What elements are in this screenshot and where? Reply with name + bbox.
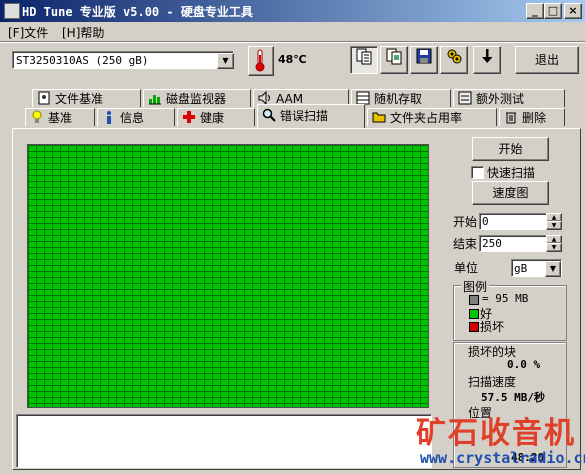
save-icon[interactable] bbox=[410, 46, 438, 74]
tab-file-benchmark[interactable]: 文件基准 bbox=[32, 89, 141, 107]
tab-label: 信息 bbox=[120, 111, 145, 125]
legend-bad-label: 损坏 bbox=[480, 320, 505, 334]
scan-speed-value: 57.5 MB/秒 bbox=[481, 391, 545, 404]
copy-info-icon[interactable] bbox=[350, 46, 378, 74]
window-title: HD Tune 专业版 v5.00 - 硬盘专业工具 bbox=[22, 5, 253, 19]
tab-error-scan[interactable]: 错误扫描 bbox=[257, 104, 365, 128]
trash-icon bbox=[504, 110, 518, 124]
start-label: 开始 bbox=[453, 215, 478, 229]
speed-map-button[interactable]: 速度图 bbox=[472, 181, 549, 205]
start-spin-down[interactable]: ▼ bbox=[546, 221, 562, 230]
health-icon bbox=[182, 110, 196, 124]
watermark-logo: 矿石收音机 bbox=[416, 416, 576, 451]
scan-speed-label: 扫描速度 bbox=[468, 375, 517, 389]
end-spin-down[interactable]: ▼ bbox=[546, 243, 562, 252]
quick-scan-checkbox[interactable] bbox=[471, 166, 484, 179]
tab-disk-monitor[interactable]: 磁盘监视器 bbox=[143, 89, 251, 107]
minimize-button[interactable]: _ bbox=[526, 3, 544, 19]
tab-label: 文件基准 bbox=[55, 92, 104, 106]
tab-label: 错误扫描 bbox=[280, 109, 329, 123]
unit-label: 单位 bbox=[454, 261, 479, 275]
legend-block-swatch bbox=[469, 295, 479, 305]
tab-label: 磁盘监视器 bbox=[166, 92, 227, 106]
tab-extra-tests[interactable]: 额外测试 bbox=[453, 89, 565, 107]
extra-tests-icon bbox=[458, 91, 472, 105]
tab-erase[interactable]: 删除 bbox=[499, 108, 565, 126]
scan-block-grid bbox=[27, 144, 429, 408]
search-icon bbox=[262, 107, 276, 122]
start-button[interactable]: 开始 bbox=[472, 137, 549, 161]
start-input[interactable]: 0 bbox=[479, 213, 547, 230]
tab-label: 删除 bbox=[522, 111, 547, 125]
tab-label: 文件夹占用率 bbox=[390, 111, 463, 125]
tab-folder-usage[interactable]: 文件夹占用率 bbox=[367, 108, 497, 126]
folder-icon bbox=[372, 110, 386, 124]
tab-label: 额外测试 bbox=[476, 92, 525, 106]
disk-monitor-icon bbox=[148, 91, 162, 105]
tab-benchmark[interactable]: 基准 bbox=[25, 108, 95, 126]
download-icon[interactable] bbox=[473, 46, 501, 74]
benchmark-icon bbox=[30, 110, 44, 124]
copy-screen-icon[interactable] bbox=[380, 46, 408, 74]
info-icon bbox=[102, 110, 116, 124]
chevron-down-icon[interactable]: ▼ bbox=[217, 53, 234, 69]
tab-label: 基准 bbox=[48, 111, 73, 125]
damaged-blocks-value: 0.0 % bbox=[507, 358, 541, 371]
app-icon bbox=[4, 3, 20, 19]
watermark-url: www.crystalradio.cn bbox=[420, 449, 585, 467]
end-input[interactable]: 250 bbox=[479, 235, 547, 252]
quick-scan-label: 快速扫描 bbox=[487, 166, 536, 180]
exit-button[interactable]: 退出 bbox=[515, 46, 579, 74]
tab-label: 随机存取 bbox=[374, 92, 423, 106]
options-icon[interactable] bbox=[440, 46, 468, 74]
maximize-button[interactable]: □ bbox=[544, 3, 562, 19]
menu-file[interactable]: [F]文件 bbox=[8, 24, 48, 41]
speaker-icon bbox=[258, 90, 272, 106]
temperature-readout: 48℃ bbox=[278, 53, 307, 66]
legend-good-swatch bbox=[469, 309, 479, 319]
tab-random-access[interactable]: 随机存取 bbox=[351, 89, 451, 107]
file-benchmark-icon bbox=[37, 91, 51, 105]
chevron-down-icon[interactable]: ▼ bbox=[545, 261, 561, 277]
legend-bad-swatch bbox=[469, 322, 479, 332]
end-label: 结束 bbox=[453, 237, 478, 251]
close-button[interactable]: × bbox=[564, 3, 582, 19]
tab-label: 健康 bbox=[200, 111, 225, 125]
menu-help[interactable]: [H]帮助 bbox=[62, 24, 104, 41]
random-access-icon bbox=[356, 91, 370, 105]
thermometer-icon bbox=[248, 46, 274, 76]
tab-health[interactable]: 健康 bbox=[177, 108, 255, 126]
menu-divider bbox=[0, 41, 585, 43]
drive-select[interactable]: ST3250310AS (250 gB) bbox=[12, 51, 234, 69]
scan-log[interactable] bbox=[16, 414, 432, 468]
legend-block-size: = 95 MB bbox=[482, 292, 529, 305]
tab-info[interactable]: 信息 bbox=[97, 108, 175, 126]
